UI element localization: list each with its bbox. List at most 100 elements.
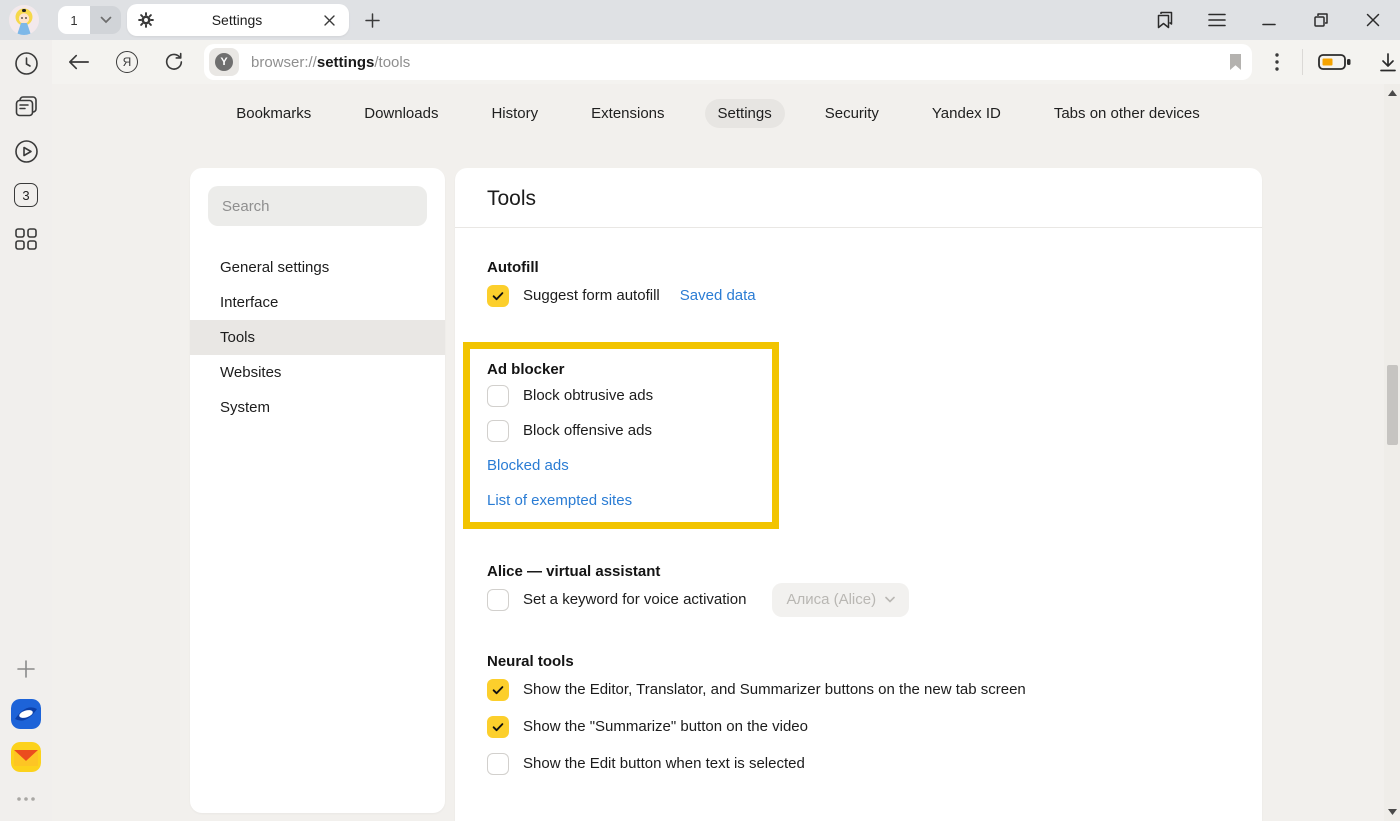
- triangle-down-icon: [1388, 809, 1397, 815]
- sidebar-item-tools[interactable]: Tools: [190, 320, 445, 355]
- play-circle-icon: [14, 139, 39, 164]
- nav-downloads[interactable]: Downloads: [351, 99, 451, 128]
- reload-button[interactable]: [159, 47, 189, 77]
- scrollbar-thumb[interactable]: [1387, 365, 1398, 445]
- blocked-ads-row: Blocked ads: [487, 448, 772, 483]
- tab-list-chevron[interactable]: [90, 6, 121, 34]
- nav-settings[interactable]: Settings: [705, 99, 785, 128]
- nav-extensions[interactable]: Extensions: [578, 99, 677, 128]
- tab-counter-group[interactable]: 1: [58, 6, 121, 34]
- nav-security[interactable]: Security: [812, 99, 892, 128]
- back-arrow-icon: [68, 53, 90, 71]
- title-divider: [455, 227, 1262, 228]
- ellipsis-icon: [17, 797, 35, 801]
- nav-tabs-other-devices[interactable]: Tabs on other devices: [1041, 99, 1213, 128]
- media-button[interactable]: [12, 137, 40, 165]
- downloads-button[interactable]: [1373, 47, 1400, 77]
- neural-summarize-video-label: Show the "Summarize" button on the video: [523, 718, 808, 735]
- keyword-dropdown-value: Алиса (Alice): [786, 591, 876, 608]
- active-tab[interactable]: Settings: [127, 4, 349, 36]
- url-path: /tools: [374, 54, 410, 71]
- checkmark-icon: [491, 720, 505, 734]
- yandex-logo-icon: Я: [116, 51, 138, 73]
- settings-page: Bookmarks Downloads History Extensions S…: [52, 84, 1400, 821]
- search-input[interactable]: [208, 186, 427, 226]
- grid-icon: [14, 227, 38, 251]
- ad-blocker-highlight-box: Ad blocker Block obtrusive ads Block off…: [463, 342, 779, 529]
- voice-activation-checkbox[interactable]: [487, 589, 509, 611]
- left-sidebar-bottom: [11, 655, 41, 821]
- suggest-form-autofill-checkbox[interactable]: [487, 285, 509, 307]
- sidebar-item-system[interactable]: System: [190, 390, 445, 425]
- scroll-down-button[interactable]: [1384, 805, 1400, 819]
- close-tab-icon[interactable]: [319, 10, 339, 30]
- yandex-mail-app-button[interactable]: [11, 742, 41, 772]
- neural-summarize-video-checkbox[interactable]: [487, 716, 509, 738]
- battery-saver-button[interactable]: [1315, 47, 1355, 77]
- nav-bookmarks[interactable]: Bookmarks: [223, 99, 324, 128]
- autofill-section-title: Autofill: [487, 259, 1230, 276]
- add-panel-button[interactable]: [12, 655, 40, 683]
- neural-summarize-video-row: Show the "Summarize" button on the video: [487, 709, 1230, 744]
- neural-tools-section-title: Neural tools: [487, 653, 1230, 670]
- blocked-ads-link[interactable]: Blocked ads: [487, 457, 569, 474]
- ad-blocker-section-title: Ad blocker: [487, 361, 772, 378]
- block-obtrusive-ads-checkbox[interactable]: [487, 385, 509, 407]
- download-icon: [1379, 53, 1397, 72]
- saved-data-link[interactable]: Saved data: [680, 287, 756, 304]
- scroll-up-button[interactable]: [1384, 86, 1400, 100]
- yandex-disk-icon: [11, 699, 41, 729]
- neural-editor-checkbox[interactable]: [487, 679, 509, 701]
- close-icon: [1366, 13, 1380, 27]
- block-obtrusive-ads-label: Block obtrusive ads: [523, 387, 653, 404]
- address-bar[interactable]: Y browser://settings/tools: [204, 44, 1252, 80]
- checkmark-icon: [491, 289, 505, 303]
- nav-yandex-id[interactable]: Yandex ID: [919, 99, 1014, 128]
- voice-activation-label: Set a keyword for voice activation: [523, 591, 746, 608]
- alice-avatar-icon: [9, 5, 39, 35]
- side-panel-bookmarks-button[interactable]: [1154, 9, 1176, 31]
- tab-strip: 1 Settings: [0, 0, 1400, 40]
- history-button[interactable]: [12, 49, 40, 77]
- chevron-down-icon: [100, 16, 112, 24]
- restore-button[interactable]: [1310, 9, 1332, 31]
- browser-menu-button[interactable]: [1206, 9, 1228, 31]
- neural-edit-button-checkbox[interactable]: [487, 753, 509, 775]
- sidebar-item-general-settings[interactable]: General settings: [190, 250, 445, 285]
- left-sidebar: 3: [0, 40, 52, 821]
- more-panels-button[interactable]: [12, 785, 40, 813]
- neural-edit-button-row: Show the Edit button when text is select…: [487, 746, 1230, 781]
- keyword-dropdown[interactable]: Алиса (Alice): [772, 583, 909, 617]
- minimize-button[interactable]: [1258, 9, 1280, 31]
- feed-button[interactable]: [12, 93, 40, 121]
- close-window-button[interactable]: [1362, 9, 1384, 31]
- block-offensive-ads-row: Block offensive ads: [487, 413, 772, 448]
- tabs-count-button[interactable]: 3: [12, 181, 40, 209]
- block-offensive-ads-checkbox[interactable]: [487, 420, 509, 442]
- hamburger-icon: [1208, 13, 1226, 27]
- new-tab-button[interactable]: [358, 6, 386, 34]
- profile-avatar[interactable]: [9, 5, 39, 35]
- clock-icon: [14, 51, 39, 76]
- neural-editor-label: Show the Editor, Translator, and Summari…: [523, 681, 1026, 698]
- bookmark-page-button[interactable]: [1229, 54, 1242, 70]
- sidebar-item-websites[interactable]: Websites: [190, 355, 445, 390]
- site-badge[interactable]: Y: [209, 48, 239, 76]
- browser-window: 1 Settings: [0, 0, 1400, 821]
- yandex-home-button[interactable]: Я: [112, 47, 142, 77]
- sidebar-item-interface[interactable]: Interface: [190, 285, 445, 320]
- back-button[interactable]: [64, 47, 94, 77]
- yandex-mail-icon: [11, 742, 41, 772]
- tableau-button[interactable]: [12, 225, 40, 253]
- block-offensive-ads-label: Block offensive ads: [523, 422, 652, 439]
- url-text[interactable]: browser://settings/tools: [251, 54, 410, 71]
- settings-top-nav: Bookmarks Downloads History Extensions S…: [52, 84, 1384, 142]
- yandex-disk-app-button[interactable]: [11, 699, 41, 729]
- tab-counter[interactable]: 1: [58, 6, 90, 34]
- checkmark-icon: [491, 683, 505, 697]
- page-scrollbar[interactable]: [1384, 84, 1400, 821]
- exempted-sites-link[interactable]: List of exempted sites: [487, 492, 632, 509]
- nav-history[interactable]: History: [478, 99, 551, 128]
- plus-icon: [16, 659, 36, 679]
- address-bar-menu-button[interactable]: [1262, 47, 1292, 77]
